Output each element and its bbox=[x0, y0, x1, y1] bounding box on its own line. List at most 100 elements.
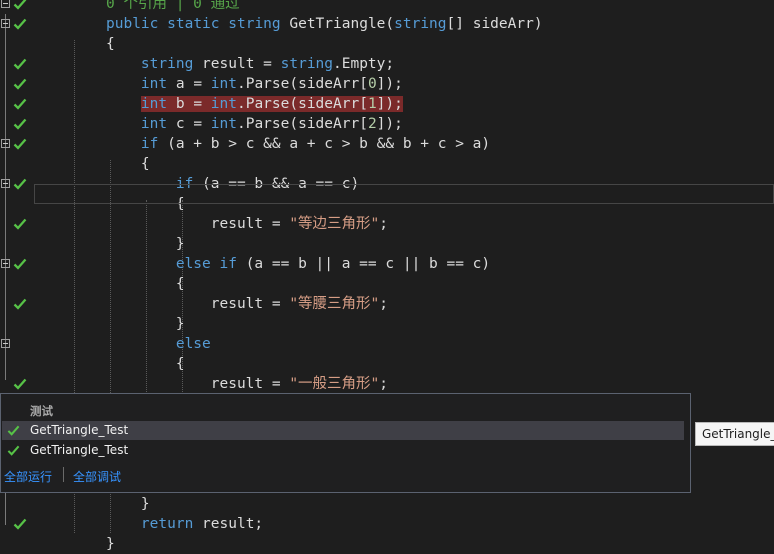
collapse-minus-icon[interactable] bbox=[1, 0, 10, 8]
code-text: } bbox=[106, 234, 185, 254]
code-line[interactable]: public static string GetTriangle(string[… bbox=[0, 14, 774, 34]
code-token: ; bbox=[379, 376, 389, 392]
check-icon[interactable] bbox=[13, 0, 27, 11]
code-line[interactable]: int c = int.Parse(sideArr[2]); bbox=[0, 114, 774, 134]
code-token: result; bbox=[193, 516, 264, 532]
check-icon[interactable] bbox=[13, 77, 27, 91]
code-token: "等腰三角形" bbox=[289, 296, 380, 312]
code-line[interactable]: { bbox=[0, 34, 774, 54]
code-token: result = bbox=[193, 56, 281, 72]
code-line[interactable]: else bbox=[0, 334, 774, 354]
check-icon[interactable] bbox=[13, 217, 27, 231]
code-token: ; bbox=[379, 216, 389, 232]
code-line[interactable]: string result = string.Empty; bbox=[0, 54, 774, 74]
code-token: } bbox=[106, 316, 185, 332]
code-text: { bbox=[106, 34, 115, 54]
code-token: if bbox=[219, 256, 237, 272]
code-text: return result; bbox=[106, 514, 263, 534]
check-icon[interactable] bbox=[13, 297, 27, 311]
collapse-minus-icon[interactable] bbox=[1, 259, 10, 268]
code-text: public static string GetTriangle(string[… bbox=[106, 14, 543, 34]
code-text: int a = int.Parse(sideArr[0]); bbox=[106, 74, 403, 94]
code-token: else bbox=[175, 256, 211, 272]
check-icon[interactable] bbox=[13, 117, 27, 131]
code-text: result = "等腰三角形"; bbox=[106, 294, 388, 314]
code-token: { bbox=[106, 36, 115, 52]
code-line[interactable]: } bbox=[0, 534, 774, 554]
code-line[interactable]: result = "等腰三角形"; bbox=[0, 294, 774, 314]
code-token: .Empty; bbox=[333, 56, 395, 72]
code-token: result = bbox=[106, 376, 290, 392]
code-token: (a == b || a == c || b == c) bbox=[236, 256, 491, 272]
code-line[interactable]: result = "一般三角形"; bbox=[0, 374, 774, 394]
code-line[interactable]: } bbox=[0, 314, 774, 334]
code-line[interactable]: } bbox=[0, 494, 774, 514]
code-token: int bbox=[140, 76, 168, 92]
code-text: { bbox=[106, 354, 185, 374]
test-item[interactable]: GetTriangle_Test bbox=[2, 421, 684, 440]
code-token: GetTriangle( bbox=[280, 16, 395, 32]
code-text: result = "等边三角形"; bbox=[106, 214, 388, 234]
code-token: string bbox=[140, 56, 194, 72]
code-text: else bbox=[106, 334, 211, 354]
code-token: static bbox=[167, 16, 220, 32]
code-line[interactable]: } bbox=[0, 234, 774, 254]
collapse-minus-icon[interactable] bbox=[1, 19, 10, 28]
code-text: 0 个引用 | 0 通过 bbox=[106, 0, 240, 14]
code-token: { bbox=[106, 356, 185, 372]
check-icon bbox=[7, 445, 20, 456]
current-line-indicator bbox=[34, 184, 774, 204]
collapse-minus-icon[interactable] bbox=[1, 139, 10, 148]
code-token: ]); bbox=[376, 96, 403, 112]
check-icon[interactable] bbox=[13, 517, 27, 531]
run-all-link[interactable]: 全部运行 bbox=[4, 468, 52, 485]
code-line[interactable]: if (a + b > c && a + c > b && b + c > a) bbox=[0, 134, 774, 154]
code-line[interactable]: { bbox=[0, 154, 774, 174]
collapse-minus-icon[interactable] bbox=[1, 179, 10, 188]
code-text: else if (a == b || a == c || b == c) bbox=[106, 254, 490, 274]
code-token: 0 bbox=[367, 76, 377, 92]
code-line[interactable]: result = "等边三角形"; bbox=[0, 214, 774, 234]
code-text: } bbox=[106, 314, 185, 334]
check-icon[interactable] bbox=[13, 57, 27, 71]
code-token: int bbox=[210, 76, 237, 92]
code-line[interactable]: int b = int.Parse(sideArr[1]); bbox=[0, 94, 774, 114]
test-item[interactable]: GetTriangle_Test bbox=[2, 441, 684, 460]
code-text: } bbox=[106, 534, 115, 554]
check-icon[interactable] bbox=[13, 137, 27, 151]
check-icon[interactable] bbox=[13, 177, 27, 191]
collapse-minus-icon[interactable] bbox=[1, 339, 10, 348]
code-token: (a + b > c && a + c > b && b + c > a) bbox=[158, 136, 491, 152]
code-line[interactable]: 0 个引用 | 0 通过 bbox=[0, 0, 774, 14]
code-line[interactable]: else if (a == b || a == c || b == c) bbox=[0, 254, 774, 274]
check-icon[interactable] bbox=[13, 97, 27, 111]
code-line[interactable]: { bbox=[0, 354, 774, 374]
code-token: result = bbox=[106, 296, 290, 312]
check-icon bbox=[7, 425, 20, 436]
code-token: [] sideArr) bbox=[446, 16, 543, 32]
code-line[interactable]: { bbox=[0, 274, 774, 294]
check-icon[interactable] bbox=[13, 257, 27, 271]
code-text: int b = int.Parse(sideArr[1]); bbox=[106, 94, 403, 114]
code-text: } bbox=[106, 494, 150, 514]
code-token: .Parse(sideArr[ bbox=[236, 96, 368, 112]
check-icon[interactable] bbox=[13, 17, 27, 31]
code-token: else bbox=[175, 336, 211, 352]
code-line[interactable]: int a = int.Parse(sideArr[0]); bbox=[0, 74, 774, 94]
code-token: c = bbox=[167, 116, 211, 132]
code-token: } bbox=[106, 236, 185, 252]
check-icon[interactable] bbox=[13, 377, 27, 391]
code-line[interactable]: return result; bbox=[0, 514, 774, 534]
highlighted-statement: int b = int.Parse(sideArr[1]); bbox=[140, 96, 403, 112]
code-token: string bbox=[228, 16, 281, 32]
code-text: if (a + b > c && a + c > b && b + c > a) bbox=[106, 134, 490, 154]
debug-all-link[interactable]: 全部调试 bbox=[73, 468, 121, 485]
code-token: } bbox=[106, 536, 115, 552]
